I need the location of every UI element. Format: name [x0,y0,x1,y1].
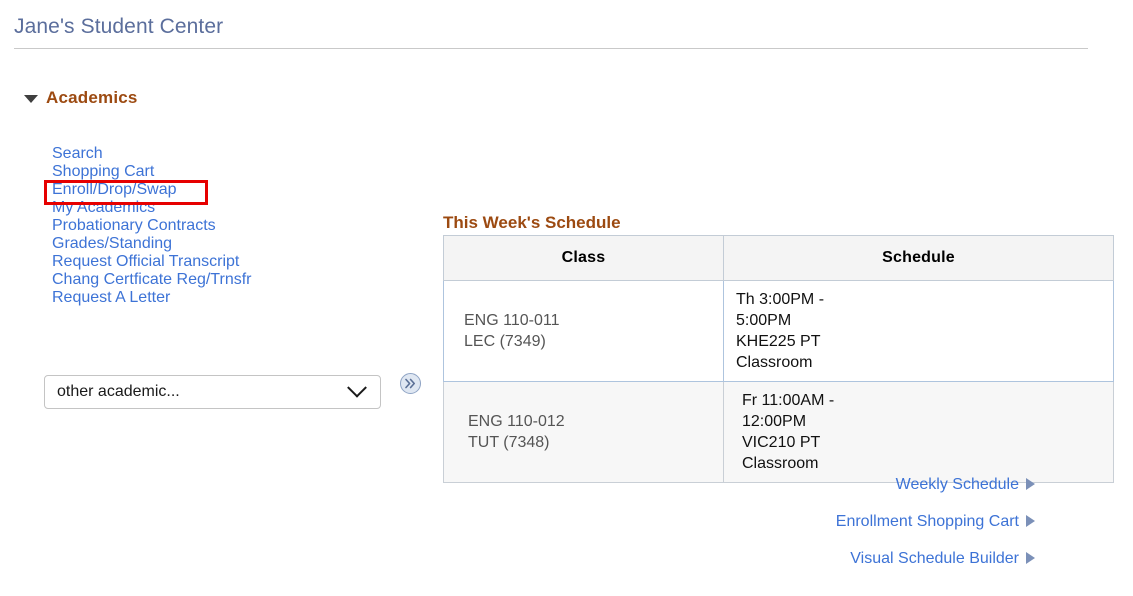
column-header-schedule: Schedule [723,235,1114,281]
cell-class: ENG 110-011 LEC (7349) [443,280,724,382]
class-code: ENG 110-011 [464,312,560,329]
schedule-time-end: 5:00PM [736,312,792,329]
academics-section-header[interactable]: Academics [24,88,138,108]
academics-section-label: Academics [46,88,138,107]
other-academic-select[interactable]: other academic... [44,375,381,409]
class-code: ENG 110-012 [468,413,565,430]
other-academic-select-value: other academic... [57,383,180,400]
action-row-weekly-schedule: Weekly Schedule [443,476,1035,494]
schedule-room-type: Classroom [742,455,819,472]
double-chevron-right-icon [405,378,415,389]
link-request-a-letter[interactable]: Request A Letter [52,289,372,307]
schedule-action-links: Weekly Schedule Enrollment Shopping Cart… [443,476,1035,568]
other-academic-select-control[interactable]: other academic... [44,375,381,409]
schedule-room: KHE225 PT [736,333,821,350]
class-section: LEC (7349) [464,333,546,350]
action-row-enrollment-shopping-cart: Enrollment Shopping Cart [443,513,1035,531]
schedule-heading: This Week's Schedule [443,213,621,232]
action-row-visual-schedule-builder: Visual Schedule Builder [443,550,1035,568]
schedule-time-start: Fr 11:00AM - [742,392,835,409]
table-row: ENG 110-011 LEC (7349) Th 3:00PM - 5:00P… [443,280,1114,382]
link-visual-schedule-builder[interactable]: Visual Schedule Builder [850,550,1019,567]
chevron-down-icon[interactable] [347,377,367,398]
link-search[interactable]: Search [52,145,372,163]
page-title: Jane's Student Center [14,15,224,38]
cell-schedule: Th 3:00PM - 5:00PM KHE225 PT Classroom [723,280,1114,382]
schedule-room: VIC210 PT [742,434,821,451]
link-my-academics[interactable]: My Academics [52,199,372,217]
academics-link-list: Search Shopping Cart Enroll/Drop/Swap My… [52,145,372,307]
title-divider [14,48,1088,49]
column-header-class: Class [443,235,724,281]
link-request-official-transcript[interactable]: Request Official Transcript [52,253,372,271]
schedule-room-type: Classroom [736,354,813,371]
cell-class: ENG 110-012 TUT (7348) [443,381,724,483]
table-header-row: Class Schedule [443,235,1114,281]
schedule-time-end: 12:00PM [742,413,807,430]
go-button[interactable] [400,373,421,394]
weekly-schedule-table: Class Schedule ENG 110-011 LEC (7349) Th… [443,235,1114,483]
link-weekly-schedule[interactable]: Weekly Schedule [896,476,1019,493]
cell-schedule: Fr 11:00AM - 12:00PM VIC210 PT Classroom [723,381,1114,483]
triangle-right-icon[interactable] [1026,515,1035,527]
link-chang-certficate-reg-trnsfr[interactable]: Chang Certficate Reg/Trnsfr [52,271,372,289]
schedule-time-start: Th 3:00PM - [736,291,825,308]
triangle-right-icon[interactable] [1026,552,1035,564]
link-probationary-contracts[interactable]: Probationary Contracts [52,217,372,235]
class-section: TUT (7348) [468,434,550,451]
triangle-down-icon[interactable] [24,95,38,103]
triangle-right-icon[interactable] [1026,478,1035,490]
link-enroll-drop-swap[interactable]: Enroll/Drop/Swap [52,181,372,199]
link-enrollment-shopping-cart[interactable]: Enrollment Shopping Cart [836,513,1019,530]
table-row: ENG 110-012 TUT (7348) Fr 11:00AM - 12:0… [443,381,1114,483]
link-shopping-cart[interactable]: Shopping Cart [52,163,372,181]
link-grades-standing[interactable]: Grades/Standing [52,235,372,253]
